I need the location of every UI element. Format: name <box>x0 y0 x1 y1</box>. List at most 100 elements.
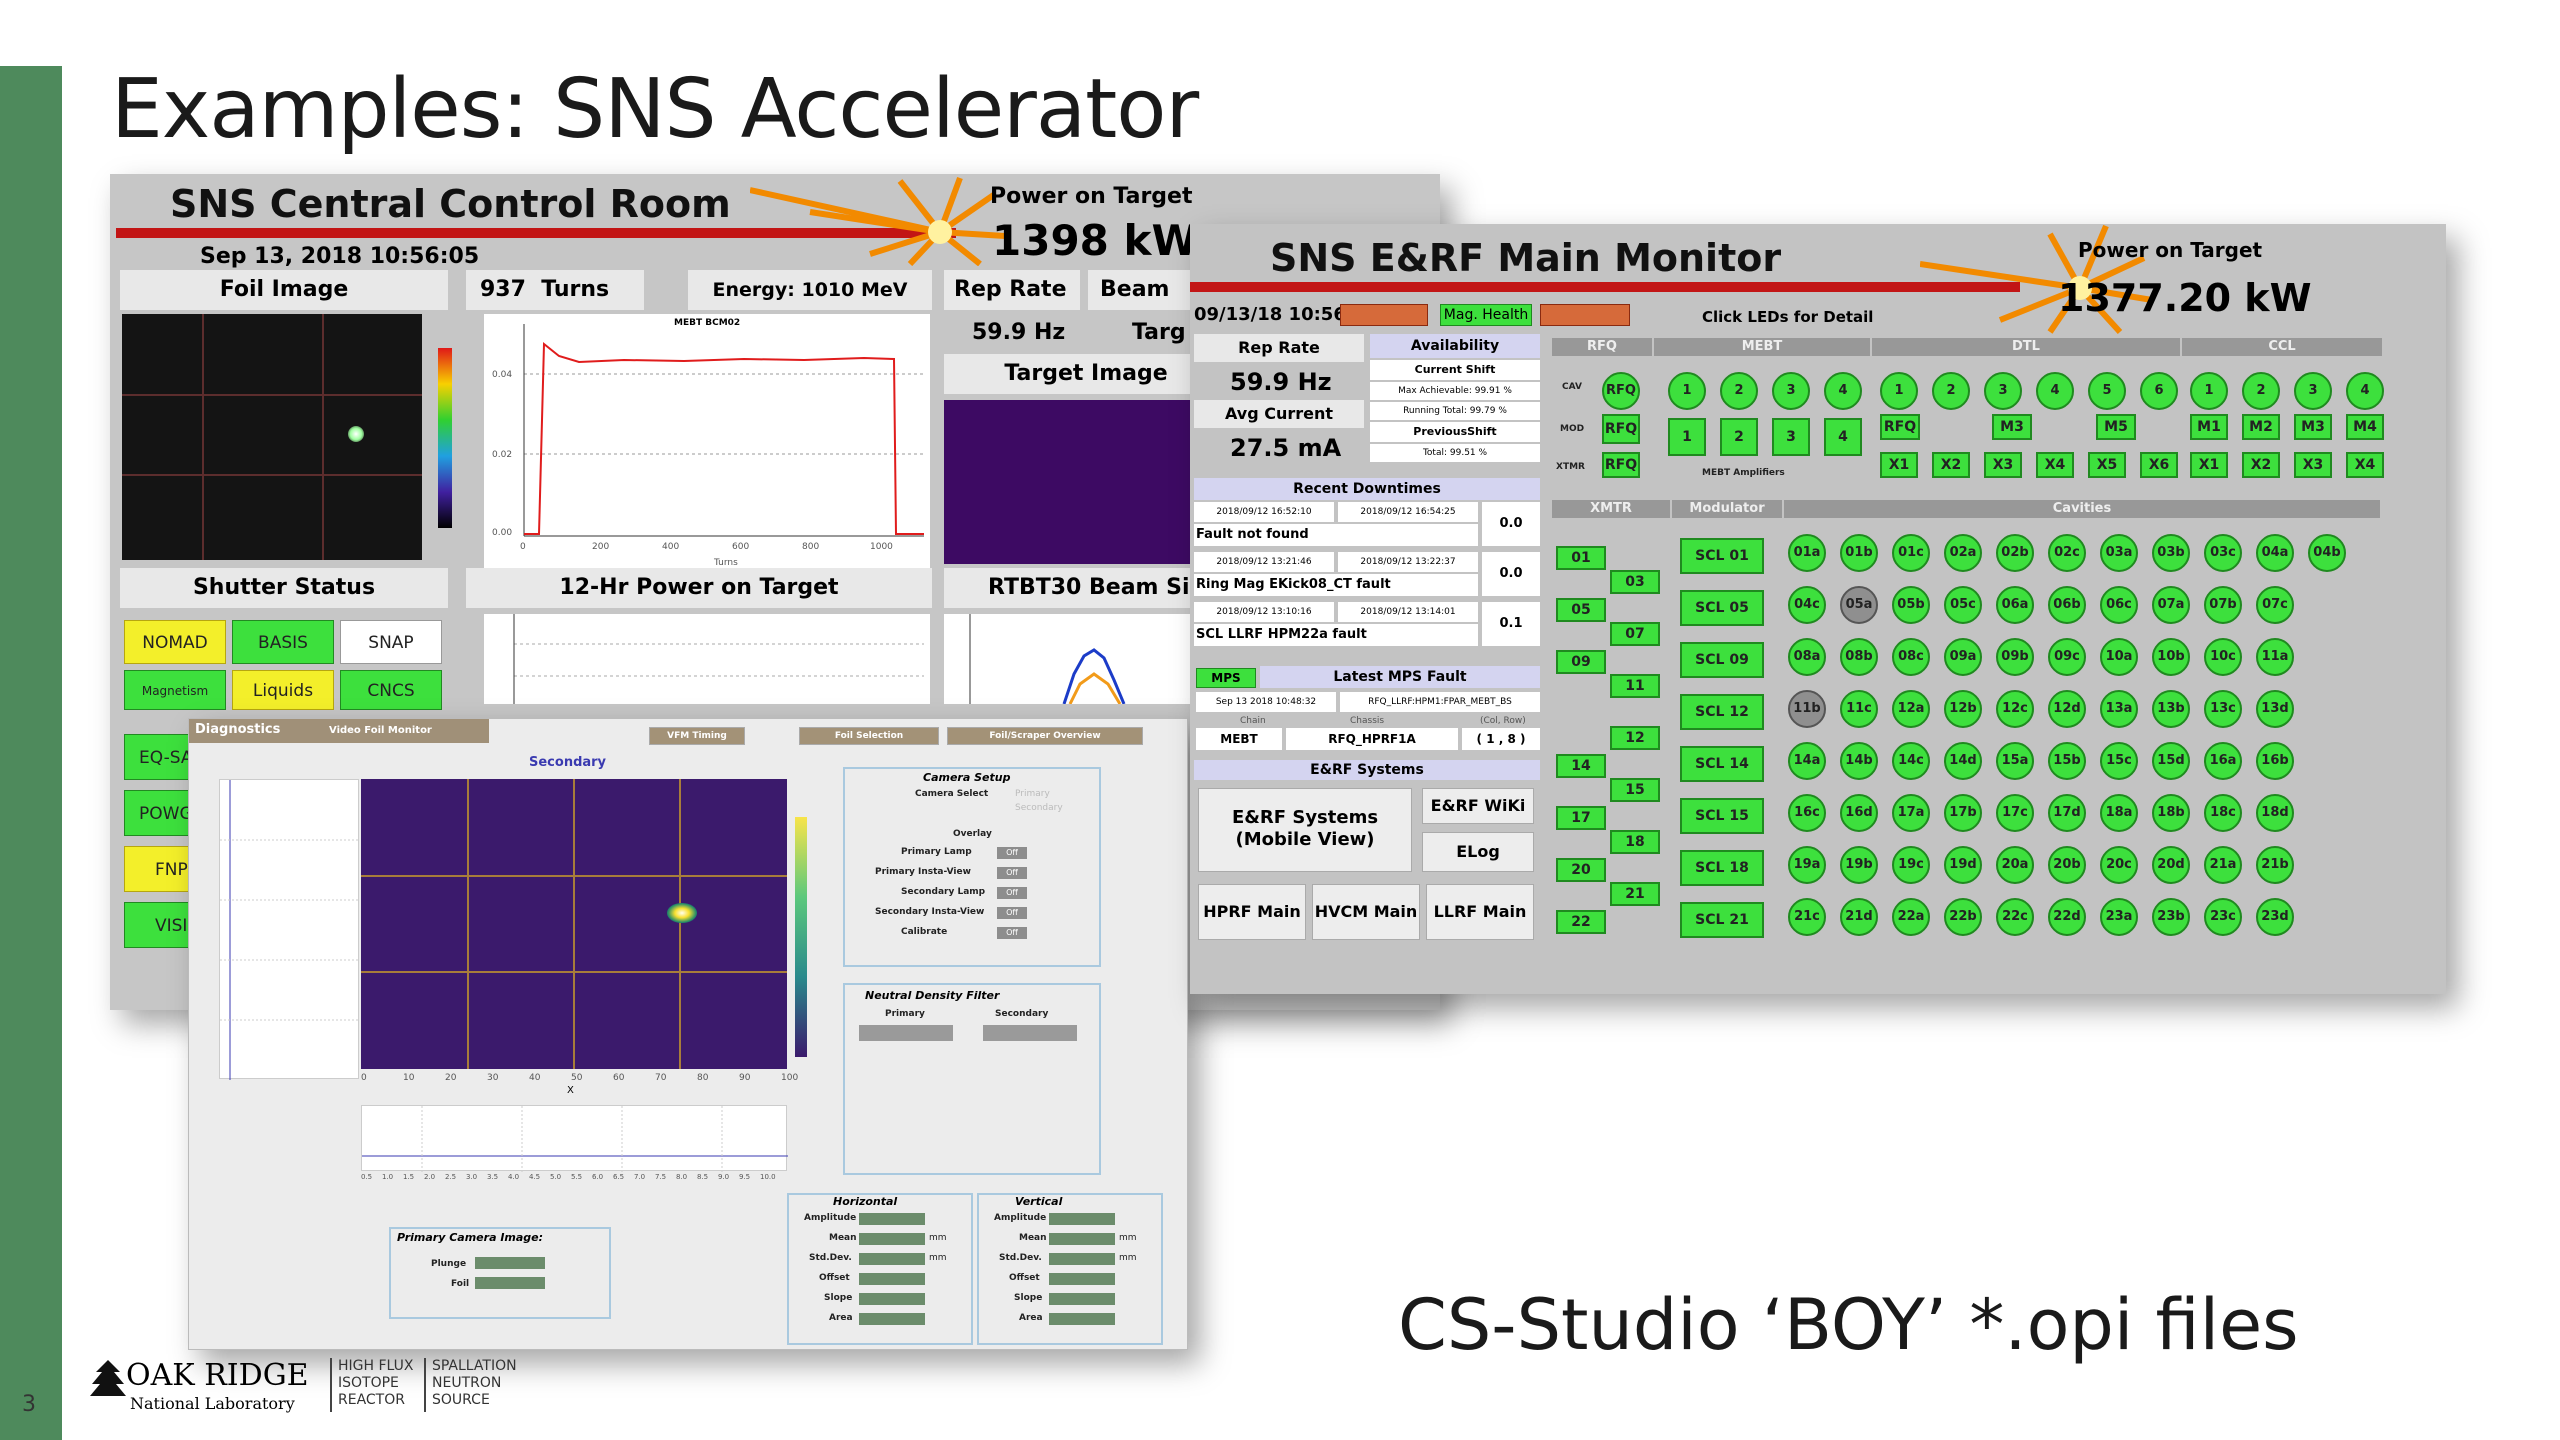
cavity-led[interactable]: 12c <box>1996 690 2034 728</box>
cavity-led[interactable]: 06c <box>2100 586 2138 624</box>
cavity-led[interactable]: 11c <box>1840 690 1878 728</box>
cavity-led[interactable]: 13a <box>2100 690 2138 728</box>
cavity-led[interactable]: 04c <box>1788 586 1826 624</box>
cavity-led[interactable]: 16b <box>2256 742 2294 780</box>
cavity-led[interactable]: 22a <box>1892 898 1930 936</box>
cavity-led[interactable]: 20c <box>2100 846 2138 884</box>
modulator-led[interactable]: SCL 05 <box>1680 590 1764 626</box>
cavity-led[interactable]: 08a <box>1788 638 1826 676</box>
xmtr-led[interactable]: 20 <box>1556 858 1606 882</box>
shutter-snap[interactable]: SNAP <box>340 620 442 664</box>
cavity-led[interactable]: 13d <box>2256 690 2294 728</box>
cavity-led[interactable]: 08c <box>1892 638 1930 676</box>
cavity-led[interactable]: 15a <box>1996 742 2034 780</box>
xmtr-led[interactable]: 09 <box>1556 650 1606 674</box>
cavity-led[interactable]: 17d <box>2048 794 2086 832</box>
shutter-eq-sa[interactable]: EQ-SA <box>124 734 190 780</box>
cavity-led[interactable]: 19b <box>1840 846 1878 884</box>
cavity-led[interactable]: 08b <box>1840 638 1878 676</box>
cavity-led[interactable]: 10b <box>2152 638 2190 676</box>
cavity-led[interactable]: 18b <box>2152 794 2190 832</box>
xmtr-led[interactable]: 21 <box>1610 882 1660 906</box>
cavity-led[interactable]: 10a <box>2100 638 2138 676</box>
cavity-led[interactable]: 22b <box>1944 898 1982 936</box>
xmtr-led[interactable]: 22 <box>1556 910 1606 934</box>
cavity-led[interactable]: 21a <box>2204 846 2242 884</box>
cavity-led[interactable]: 23b <box>2152 898 2190 936</box>
cavity-led[interactable]: 16c <box>1788 794 1826 832</box>
cavity-led[interactable]: 12d <box>2048 690 2086 728</box>
modulator-led[interactable]: SCL 14 <box>1680 746 1764 782</box>
cavity-led[interactable]: 21b <box>2256 846 2294 884</box>
cavity-led[interactable]: 13c <box>2204 690 2242 728</box>
camera-row-off[interactable]: Off <box>997 867 1027 879</box>
shutter-cncs[interactable]: CNCS <box>340 670 442 710</box>
cavity-led[interactable]: 21d <box>1840 898 1878 936</box>
shutter-basis[interactable]: BASIS <box>232 620 334 664</box>
shutter-powg[interactable]: POWG <box>124 790 190 836</box>
cavity-led[interactable]: 04b <box>2308 534 2346 572</box>
cavity-led[interactable]: 11b <box>1788 690 1826 728</box>
shutter-nomad[interactable]: NOMAD <box>124 620 226 664</box>
cavity-led[interactable]: 17c <box>1996 794 2034 832</box>
cavity-led[interactable]: 07b <box>2204 586 2242 624</box>
xmtr-led[interactable]: 14 <box>1556 754 1606 778</box>
xmtr-led[interactable]: 11 <box>1610 674 1660 698</box>
cavity-led[interactable]: 01a <box>1788 534 1826 572</box>
cavity-led[interactable]: 01c <box>1892 534 1930 572</box>
modulator-led[interactable]: SCL 21 <box>1680 902 1764 938</box>
cavity-led[interactable]: 16a <box>2204 742 2242 780</box>
modulator-led[interactable]: SCL 18 <box>1680 850 1764 886</box>
camera-row-off[interactable]: Off <box>997 887 1027 899</box>
tab-foil-scraper-overview[interactable]: Foil/Scraper Overview <box>947 727 1143 745</box>
cavity-led[interactable]: 20b <box>2048 846 2086 884</box>
cavity-led[interactable]: 05a <box>1840 586 1878 624</box>
cavity-led[interactable]: 01b <box>1840 534 1878 572</box>
xmtr-led[interactable]: 18 <box>1610 830 1660 854</box>
cavity-led[interactable]: 05c <box>1944 586 1982 624</box>
cavity-led[interactable]: 03a <box>2100 534 2138 572</box>
cavity-led[interactable]: 06b <box>2048 586 2086 624</box>
cavity-led[interactable]: 09b <box>1996 638 2034 676</box>
shutter-liquids[interactable]: Liquids <box>232 670 334 710</box>
cavity-led[interactable]: 09a <box>1944 638 1982 676</box>
camera-row-off[interactable]: Off <box>997 847 1027 859</box>
xmtr-led[interactable]: 12 <box>1610 726 1660 750</box>
cavity-led[interactable]: 07c <box>2256 586 2294 624</box>
cavity-led[interactable]: 19a <box>1788 846 1826 884</box>
xmtr-led[interactable]: 17 <box>1556 806 1606 830</box>
cavity-led[interactable]: 03c <box>2204 534 2242 572</box>
cavity-led[interactable]: 23d <box>2256 898 2294 936</box>
cavity-led[interactable]: 14c <box>1892 742 1930 780</box>
xmtr-led[interactable]: 15 <box>1610 778 1660 802</box>
cavity-led[interactable]: 14b <box>1840 742 1878 780</box>
cavity-led[interactable]: 05b <box>1892 586 1930 624</box>
shutter-visio[interactable]: VISIO <box>124 902 190 948</box>
cavity-led[interactable]: 11a <box>2256 638 2294 676</box>
camera-option[interactable]: Secondary <box>1015 803 1063 813</box>
shutter-magnetism[interactable]: Magnetism <box>124 670 226 710</box>
cavity-led[interactable]: 02a <box>1944 534 1982 572</box>
tab-foil-selection[interactable]: Foil Selection <box>799 727 939 745</box>
cavity-led[interactable]: 12a <box>1892 690 1930 728</box>
nd-secondary-select[interactable] <box>983 1025 1077 1041</box>
cavity-led[interactable]: 23c <box>2204 898 2242 936</box>
camera-row-off[interactable]: Off <box>997 927 1027 939</box>
cavity-led[interactable]: 13b <box>2152 690 2190 728</box>
cavity-led[interactable]: 14d <box>1944 742 1982 780</box>
cavity-led[interactable]: 10c <box>2204 638 2242 676</box>
cavity-led[interactable]: 12b <box>1944 690 1982 728</box>
cavity-led[interactable]: 14a <box>1788 742 1826 780</box>
cavity-led[interactable]: 02b <box>1996 534 2034 572</box>
cavity-led[interactable]: 03b <box>2152 534 2190 572</box>
cavity-led[interactable]: 07a <box>2152 586 2190 624</box>
cavity-led[interactable]: 21c <box>1788 898 1826 936</box>
cavity-led[interactable]: 19c <box>1892 846 1930 884</box>
cavity-led[interactable]: 18c <box>2204 794 2242 832</box>
camera-row-off[interactable]: Off <box>997 907 1027 919</box>
cavity-led[interactable]: 22d <box>2048 898 2086 936</box>
nd-primary-select[interactable] <box>859 1025 953 1041</box>
modulator-led[interactable]: SCL 12 <box>1680 694 1764 730</box>
modulator-led[interactable]: SCL 15 <box>1680 798 1764 834</box>
cavity-led[interactable]: 15b <box>2048 742 2086 780</box>
